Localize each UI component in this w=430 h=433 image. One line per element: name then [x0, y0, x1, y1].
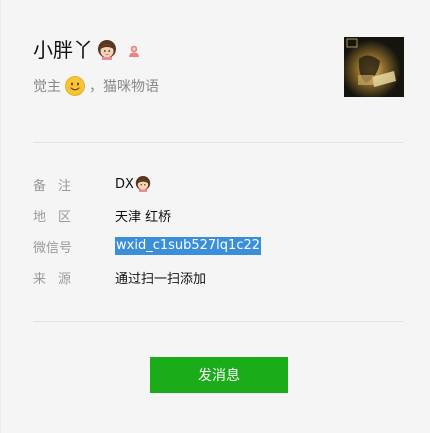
send-message-button[interactable]: 发消息: [150, 357, 288, 393]
profile-card: 小胖丫 觉主 ，猫咪物语 备注 DX 地区 天津 红桥 微信号 wxid_c1s…: [0, 0, 430, 433]
wechat-id-value-wrap[interactable]: wxid_c1sub527lq1c22: [115, 237, 262, 255]
region-value: 天津 红桥: [115, 209, 172, 225]
female-gender-icon: [127, 43, 141, 57]
nickname: 小胖丫: [33, 38, 93, 62]
girl-emoji-icon: [97, 40, 117, 60]
wechat-id-value[interactable]: wxid_c1sub527lq1c22: [115, 237, 262, 255]
signature-prefix: 觉主: [33, 79, 61, 95]
remark-row: 备注 DX: [33, 174, 403, 194]
wechat-id-row: 微信号 wxid_c1sub527lq1c22: [33, 236, 403, 256]
header-divider: [33, 142, 403, 143]
source-label: 来源: [33, 271, 84, 287]
remark-label: 备注: [33, 178, 84, 194]
remark-value-wrap[interactable]: DX: [115, 176, 151, 192]
wechat-id-label: 微信号: [33, 240, 73, 256]
girl-emoji-icon: [135, 176, 151, 192]
smiley-emoji-icon: [65, 76, 85, 96]
name-row: 小胖丫: [33, 36, 333, 64]
profile-header: 小胖丫 觉主 ，猫咪物语: [33, 36, 333, 98]
source-value: 通过扫一扫添加: [115, 271, 207, 287]
signature-row: 觉主 ，猫咪物语: [33, 74, 333, 98]
region-row: 地区 天津 红桥: [33, 205, 403, 225]
source-row: 来源 通过扫一扫添加: [33, 267, 403, 287]
info-divider: [33, 321, 403, 322]
region-label: 地区: [33, 209, 84, 225]
signature-text: ，猫咪物语: [89, 79, 159, 95]
contact-info: 备注 DX 地区 天津 红桥 微信号 wxid_c1sub527lq1c22 来…: [33, 174, 403, 298]
avatar[interactable]: [344, 37, 404, 97]
remark-value: DX: [115, 176, 134, 192]
